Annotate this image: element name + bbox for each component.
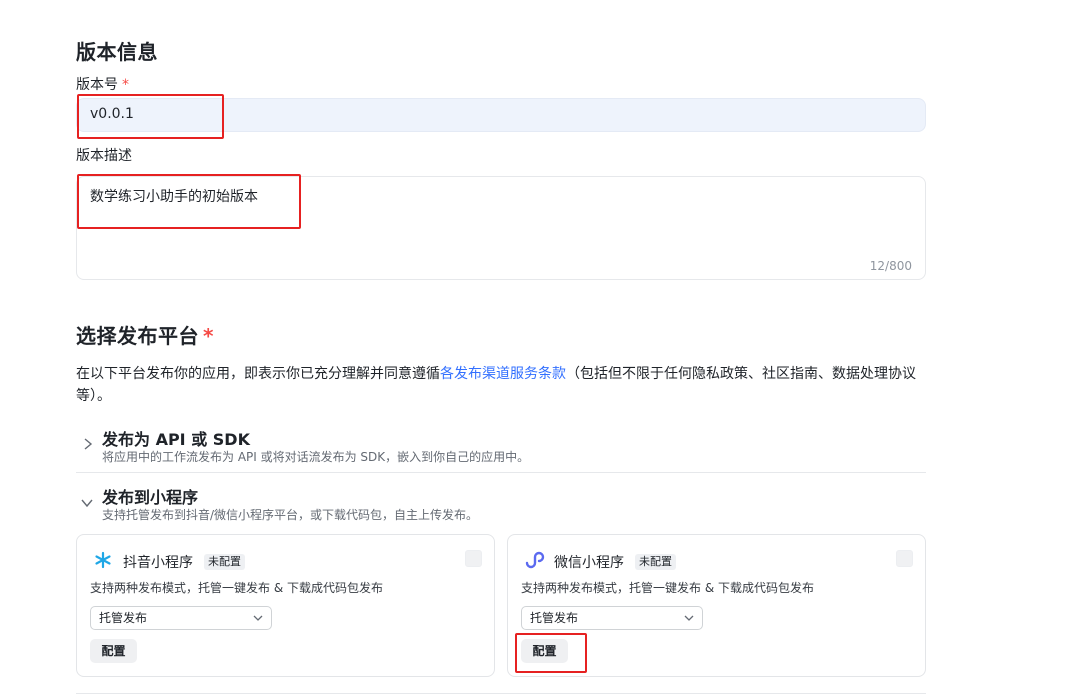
wechat-miniprogram-icon [525, 551, 545, 569]
chevron-down-icon [253, 615, 263, 621]
card-wechat-desc: 支持两种发布模式，托管一键发布 & 下载成代码包发布 [521, 581, 814, 595]
platform-heading-text: 选择发布平台 [76, 324, 199, 348]
card-douyin-status-badge: 未配置 [204, 554, 245, 570]
terms-link[interactable]: 各发布渠道服务条款 [440, 366, 566, 382]
highlight-box-config [515, 633, 587, 673]
section-api-sdk-title: 发布为 API 或 SDK [102, 430, 250, 449]
section-api-sdk[interactable]: 发布为 API 或 SDK 将应用中的工作流发布为 API 或将对话流发布为 S… [78, 430, 926, 470]
terms-before: 在以下平台发布你的应用，即表示你已充分理解并同意遵循 [76, 366, 440, 382]
bottom-divider [76, 693, 926, 694]
chevron-down-icon [684, 615, 694, 621]
section-miniprogram-subtitle: 支持托管发布到抖音/微信小程序平台，或下载代码包，自主上传发布。 [102, 508, 479, 522]
highlight-box-version [77, 94, 224, 139]
card-douyin-title: 抖音小程序 [123, 555, 193, 571]
highlight-box-description [77, 174, 301, 229]
section-miniprogram[interactable]: 发布到小程序 支持托管发布到抖音/微信小程序平台，或下载代码包，自主上传发布。 [78, 484, 926, 524]
douyin-icon [95, 551, 111, 569]
platform-terms-text: 在以下平台发布你的应用，即表示你已充分理解并同意遵循各发布渠道服务条款（包括但不… [76, 363, 926, 407]
chevron-down-icon [81, 499, 93, 508]
card-douyin-desc: 支持两种发布模式，托管一键发布 & 下载成代码包发布 [90, 581, 383, 595]
chevron-right-icon [84, 438, 93, 450]
required-mark: * [122, 77, 129, 93]
version-desc-label: 版本描述 [76, 148, 132, 164]
version-number-label: 版本号 * [76, 74, 129, 94]
version-number-label-text: 版本号 [76, 77, 118, 93]
card-douyin-mode-select[interactable]: 托管发布 [90, 606, 272, 630]
version-desc-counter: 12/800 [869, 259, 912, 273]
card-douyin: 抖音小程序 未配置 支持两种发布模式，托管一键发布 & 下载成代码包发布 托管发… [76, 534, 495, 677]
platform-required-mark: * [203, 324, 214, 348]
platform-heading: 选择发布平台 * [76, 320, 214, 349]
card-wechat-mode-select[interactable]: 托管发布 [521, 606, 703, 630]
section-api-sdk-subtitle: 将应用中的工作流发布为 API 或将对话流发布为 SDK，嵌入到你自己的应用中。 [102, 450, 530, 464]
card-douyin-config-button[interactable]: 配置 [90, 639, 137, 663]
section-divider [76, 472, 926, 473]
card-wechat-mode-value: 托管发布 [530, 611, 579, 625]
version-info-heading: 版本信息 [76, 40, 158, 64]
card-wechat-checkbox[interactable] [896, 550, 913, 567]
card-wechat-status-badge: 未配置 [635, 554, 676, 570]
card-douyin-checkbox[interactable] [465, 550, 482, 567]
section-miniprogram-title: 发布到小程序 [102, 488, 199, 507]
card-douyin-mode-value: 托管发布 [99, 611, 148, 625]
card-wechat-title: 微信小程序 [554, 555, 624, 571]
